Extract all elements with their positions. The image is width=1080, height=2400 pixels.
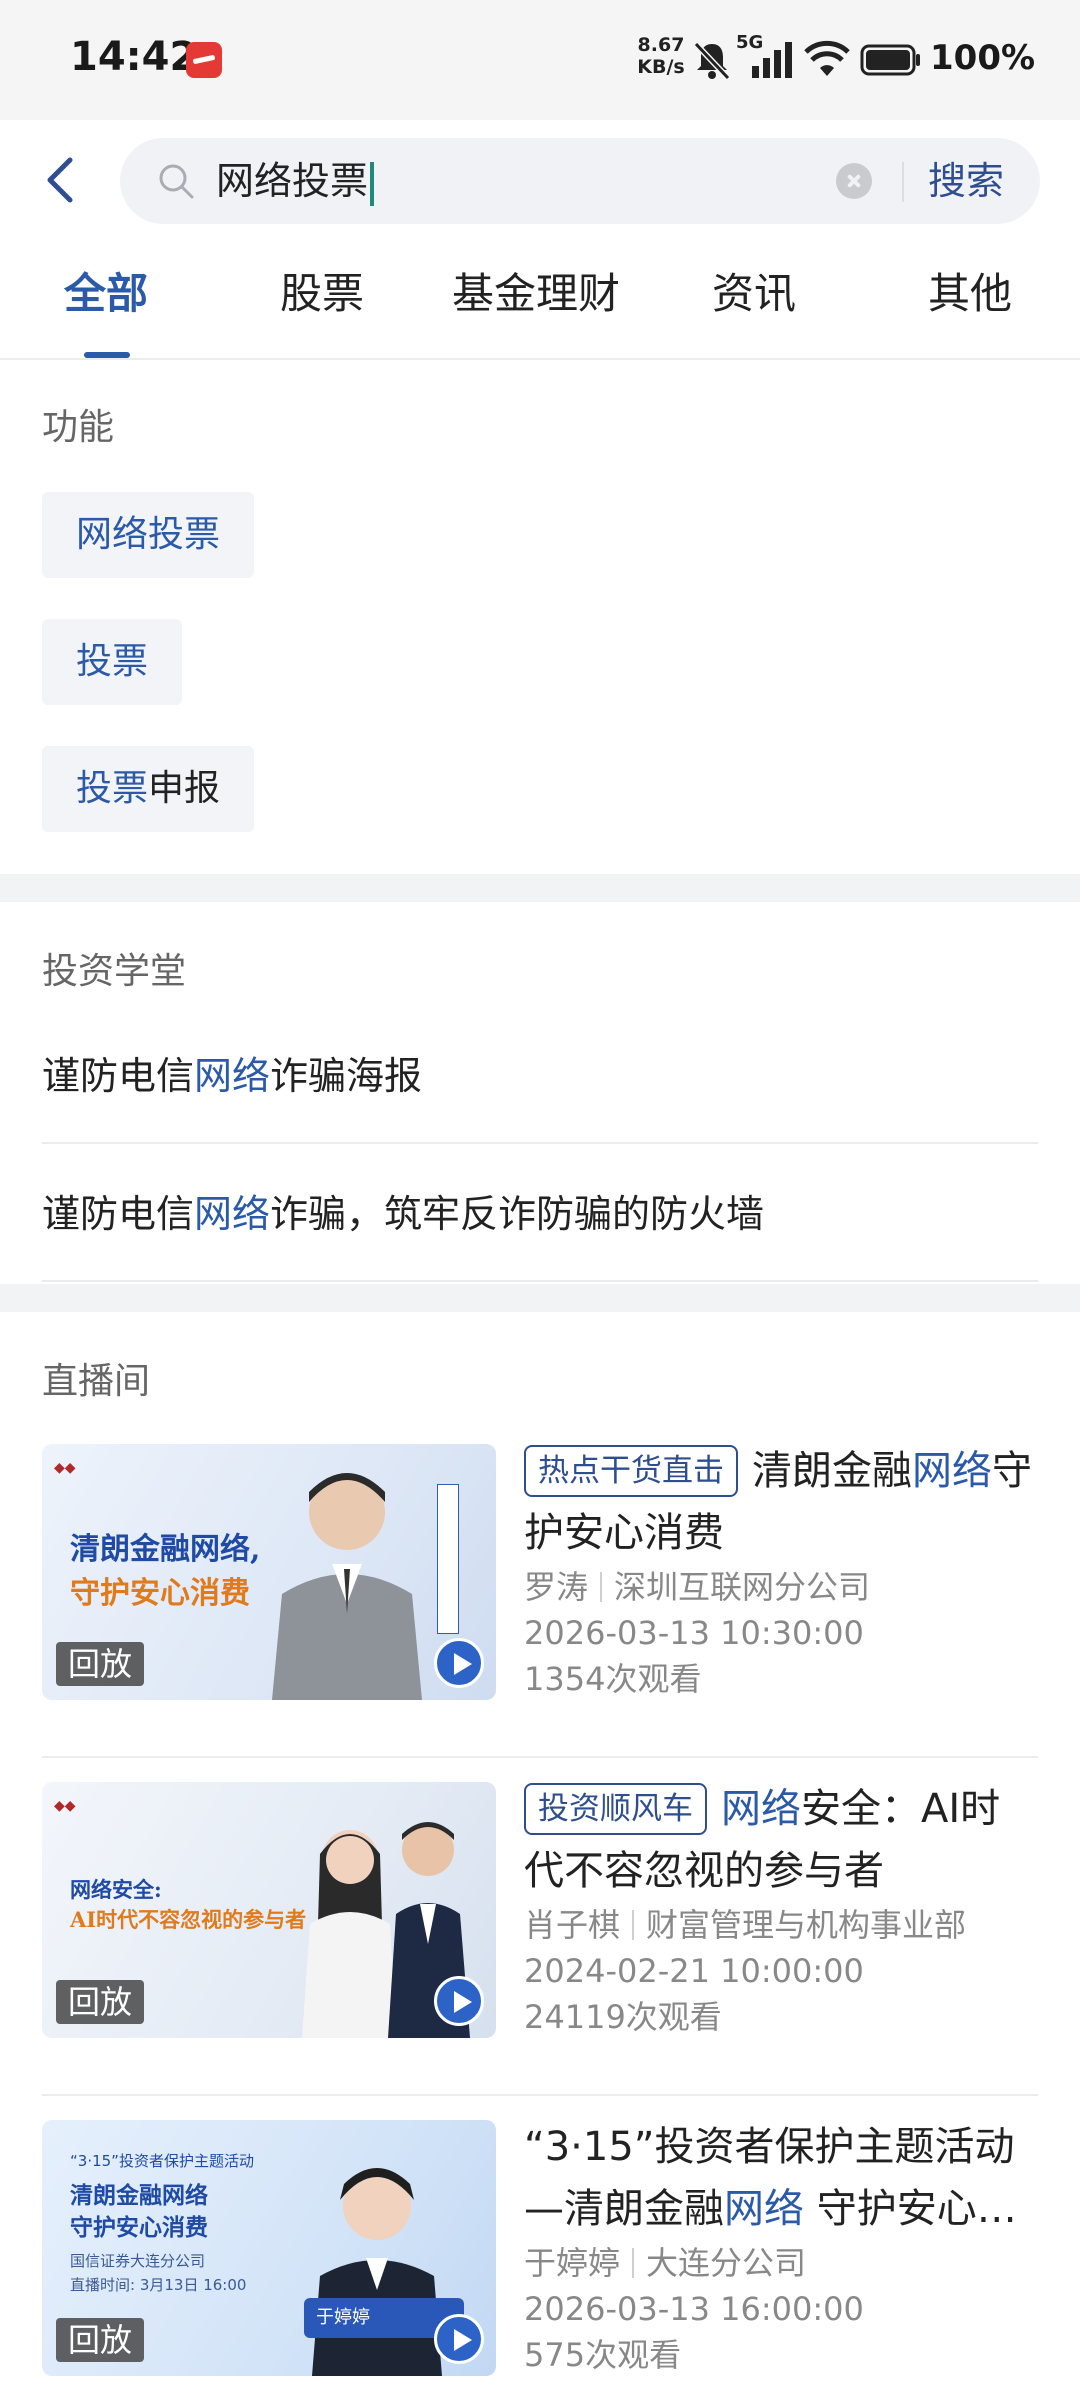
section-title-functions: 功能	[42, 407, 115, 448]
search-button[interactable]: 搜索	[928, 154, 1004, 208]
live-item[interactable]: “3·15”投资者保护主题活动 清朗金融网络 守护安心消费 国信证券大连分公司 …	[42, 2096, 1038, 2400]
live-title: 投资顺风车 网络安全：AI时代不容忽视的参与者	[524, 1778, 1038, 1902]
play-icon[interactable]	[434, 1638, 484, 1688]
search-bar[interactable]: 网络投票 搜索	[120, 138, 1040, 224]
replay-badge: 回放	[56, 1642, 145, 1686]
section-title-live: 直播间	[42, 1361, 151, 1402]
live-tag: 投资顺风车	[524, 1783, 707, 1835]
section-divider	[0, 874, 1080, 902]
section-divider	[0, 1284, 1080, 1312]
search-header: 网络投票 搜索	[0, 120, 1080, 240]
status-bar: 14:42 8.67 KB/s 5G 100%	[0, 0, 1080, 120]
back-icon[interactable]	[36, 152, 86, 208]
live-host: 肖子棋 财富管理与机构事业部	[524, 1906, 967, 1944]
section-title-school: 投资学堂	[42, 951, 187, 992]
replay-badge: 回放	[56, 1980, 145, 2024]
signal-icon: 5G	[736, 32, 794, 82]
live-datetime: 2026-03-13 10:30:00	[524, 1614, 864, 1652]
search-input[interactable]: 网络投票	[216, 154, 375, 208]
article-item[interactable]: 谨防电信网络诈骗，筑牢反诈防骗的防火墙	[42, 1146, 1038, 1282]
live-datetime: 2026-03-13 16:00:00	[524, 2290, 864, 2328]
function-chip-vote-declare[interactable]: 投票申报	[42, 746, 255, 832]
tab-stocks[interactable]: 股票	[280, 266, 364, 322]
tab-news[interactable]: 资讯	[712, 266, 796, 322]
tab-all[interactable]: 全部	[64, 266, 148, 322]
presenter-photo	[272, 1473, 422, 1700]
play-icon[interactable]	[434, 2314, 484, 2364]
replay-badge: 回放	[56, 2318, 145, 2362]
live-thumbnail: ◆◆ 清朗金融网络, 守护安心消费 回放	[42, 1444, 496, 1700]
broker-logo-icon: ◆◆	[54, 1798, 76, 1814]
live-thumbnail: “3·15”投资者保护主题活动 清朗金融网络 守护安心消费 国信证券大连分公司 …	[42, 2120, 496, 2376]
live-item[interactable]: ◆◆ 网络安全: AI时代不容忽视的参与者 回放 投资顺风车 网络安全：AI时代不…	[42, 1758, 1038, 2096]
battery-icon	[860, 44, 920, 76]
article-item[interactable]: 谨防电信网络诈骗海报	[42, 1008, 1038, 1144]
search-icon	[159, 164, 194, 199]
live-views: 1354次观看	[524, 1660, 702, 1698]
play-icon[interactable]	[434, 1976, 484, 2026]
wifi-icon	[804, 40, 850, 76]
network-speed: 8.67 KB/s	[637, 34, 685, 78]
live-views: 575次观看	[524, 2336, 682, 2374]
battery-percent: 100%	[930, 38, 1036, 78]
broker-logo-icon: ◆◆	[54, 1460, 76, 1476]
live-host: 罗涛 深圳互联网分公司	[524, 1568, 871, 1606]
active-tab-indicator	[84, 352, 130, 358]
live-title: 热点干货直击 清朗金融网络守护安心消费	[524, 1440, 1038, 1564]
category-tabs: 全部 股票 基金理财 资讯 其他	[0, 240, 1080, 360]
live-item[interactable]: ◆◆ 清朗金融网络, 守护安心消费 回放 热点干货直击 清朗金融网络守护安心消费 …	[42, 1420, 1038, 1758]
tab-other[interactable]: 其他	[928, 266, 1012, 322]
live-thumbnail: ◆◆ 网络安全: AI时代不容忽视的参与者 回放	[42, 1782, 496, 2038]
status-time: 14:42	[70, 34, 198, 80]
live-host: 于婷婷 大连分公司	[524, 2244, 807, 2282]
live-tag: 热点干货直击	[524, 1445, 738, 1497]
live-title: “3·15”投资者保护主题活动—清朗金融网络 守护安心…	[524, 2124, 1017, 2232]
live-views: 24119次观看	[524, 1998, 722, 2036]
clear-icon[interactable]	[836, 163, 872, 199]
tab-funds[interactable]: 基金理财	[452, 266, 620, 322]
search-divider	[902, 162, 904, 202]
live-datetime: 2024-02-21 10:00:00	[524, 1952, 864, 1990]
function-chip-vote[interactable]: 投票	[42, 619, 183, 705]
mute-bell-icon	[693, 41, 731, 81]
function-chip-online-vote[interactable]: 网络投票	[42, 492, 255, 578]
app-notification-icon	[186, 42, 222, 78]
text-caret	[370, 161, 375, 206]
